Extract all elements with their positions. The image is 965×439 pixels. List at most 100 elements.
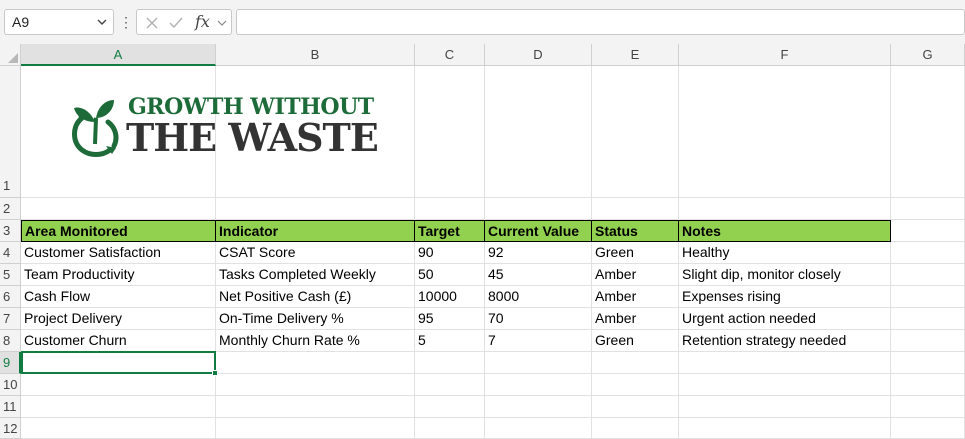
column-header-c[interactable]: C: [415, 44, 485, 66]
column-header-e[interactable]: E: [592, 44, 679, 66]
row-header-4[interactable]: 4: [0, 242, 21, 264]
column-header-d[interactable]: D: [485, 44, 592, 66]
cell-e9[interactable]: [592, 352, 679, 374]
table-cell[interactable]: Monthly Churn Rate %: [216, 330, 415, 352]
fill-handle[interactable]: [212, 370, 218, 376]
cell-d1[interactable]: [485, 66, 592, 198]
table-cell[interactable]: Expenses rising: [679, 286, 891, 308]
table-cell[interactable]: 45: [485, 264, 592, 286]
table-cell[interactable]: 92: [485, 242, 592, 264]
table-cell[interactable]: 50: [415, 264, 485, 286]
table-cell[interactable]: Amber: [592, 308, 679, 330]
chevron-down-icon[interactable]: [97, 18, 107, 26]
more-options-icon[interactable]: ⋮: [119, 12, 133, 32]
row-header-7[interactable]: 7: [0, 308, 21, 330]
cell-f10[interactable]: [679, 374, 891, 396]
chevron-down-icon[interactable]: [217, 19, 227, 27]
table-cell[interactable]: Cash Flow: [21, 286, 216, 308]
cell-a10[interactable]: [21, 374, 216, 396]
table-cell[interactable]: Amber: [592, 264, 679, 286]
cell-g11[interactable]: [891, 396, 965, 418]
cell-d10[interactable]: [485, 374, 592, 396]
cell-f12[interactable]: [679, 418, 891, 439]
table-cell[interactable]: Team Productivity: [21, 264, 216, 286]
cell-e10[interactable]: [592, 374, 679, 396]
row-header-9[interactable]: 9: [0, 352, 21, 374]
cell-d9[interactable]: [485, 352, 592, 374]
row-header-12[interactable]: 12: [0, 418, 21, 439]
cell-g8[interactable]: [891, 330, 965, 352]
cell-f11[interactable]: [679, 396, 891, 418]
insert-function-icon[interactable]: fx: [195, 12, 210, 31]
column-header-a[interactable]: A: [21, 44, 216, 66]
table-cell[interactable]: Customer Satisfaction: [21, 242, 216, 264]
cell-d11[interactable]: [485, 396, 592, 418]
cell-f9[interactable]: [679, 352, 891, 374]
column-header-f[interactable]: F: [679, 44, 891, 66]
cell-c11[interactable]: [415, 396, 485, 418]
cell-e2[interactable]: [592, 198, 679, 220]
column-header-b[interactable]: B: [216, 44, 415, 66]
table-header-cell[interactable]: Indicator: [216, 220, 415, 242]
table-cell[interactable]: Retention strategy needed: [679, 330, 891, 352]
column-header-g[interactable]: G: [891, 44, 965, 66]
table-cell[interactable]: Healthy: [679, 242, 891, 264]
table-cell[interactable]: 90: [415, 242, 485, 264]
cell-c10[interactable]: [415, 374, 485, 396]
table-header-cell[interactable]: Current Value: [485, 220, 592, 242]
row-header-2[interactable]: 2: [0, 198, 21, 220]
cell-g9[interactable]: [891, 352, 965, 374]
cell-c1[interactable]: [415, 66, 485, 198]
table-cell[interactable]: Customer Churn: [21, 330, 216, 352]
cell-c9[interactable]: [415, 352, 485, 374]
table-cell[interactable]: 10000: [415, 286, 485, 308]
row-header-1[interactable]: 1: [0, 66, 21, 198]
cell-b10[interactable]: [216, 374, 415, 396]
cell-e12[interactable]: [592, 418, 679, 439]
table-cell[interactable]: CSAT Score: [216, 242, 415, 264]
cell-g1[interactable]: [891, 66, 965, 198]
table-cell[interactable]: Project Delivery: [21, 308, 216, 330]
cell-e1[interactable]: [592, 66, 679, 198]
cell-c2[interactable]: [415, 198, 485, 220]
table-cell[interactable]: Amber: [592, 286, 679, 308]
row-header-3[interactable]: 3: [0, 220, 21, 242]
table-cell[interactable]: Net Positive Cash (£): [216, 286, 415, 308]
table-cell[interactable]: Green: [592, 330, 679, 352]
cell-a12[interactable]: [21, 418, 216, 439]
table-cell[interactable]: 8000: [485, 286, 592, 308]
check-icon[interactable]: [167, 14, 185, 32]
cell-g5[interactable]: [891, 264, 965, 286]
row-header-8[interactable]: 8: [0, 330, 21, 352]
cell-b12[interactable]: [216, 418, 415, 439]
cancel-icon[interactable]: [143, 14, 161, 32]
cell-f2[interactable]: [679, 198, 891, 220]
cell-g6[interactable]: [891, 286, 965, 308]
cell-g7[interactable]: [891, 308, 965, 330]
table-cell[interactable]: 7: [485, 330, 592, 352]
cell-b11[interactable]: [216, 396, 415, 418]
row-header-11[interactable]: 11: [0, 396, 21, 418]
formula-input[interactable]: [236, 9, 965, 35]
table-cell[interactable]: Urgent action needed: [679, 308, 891, 330]
table-cell[interactable]: Tasks Completed Weekly: [216, 264, 415, 286]
table-cell[interactable]: Slight dip, monitor closely: [679, 264, 891, 286]
row-header-5[interactable]: 5: [0, 264, 21, 286]
cell-b9[interactable]: [216, 352, 415, 374]
name-box[interactable]: A9: [4, 9, 114, 35]
table-cell[interactable]: 5: [415, 330, 485, 352]
cell-g3[interactable]: [891, 220, 965, 242]
cell-c12[interactable]: [415, 418, 485, 439]
cell-b2[interactable]: [216, 198, 415, 220]
table-header-cell[interactable]: Area Monitored: [21, 220, 216, 242]
cell-g10[interactable]: [891, 374, 965, 396]
cell-g2[interactable]: [891, 198, 965, 220]
cell-d2[interactable]: [485, 198, 592, 220]
row-header-10[interactable]: 10: [0, 374, 21, 396]
table-cell[interactable]: On-Time Delivery %: [216, 308, 415, 330]
table-cell[interactable]: Green: [592, 242, 679, 264]
cell-g12[interactable]: [891, 418, 965, 439]
cell-d12[interactable]: [485, 418, 592, 439]
cell-a11[interactable]: [21, 396, 216, 418]
select-all-corner[interactable]: [0, 44, 21, 66]
